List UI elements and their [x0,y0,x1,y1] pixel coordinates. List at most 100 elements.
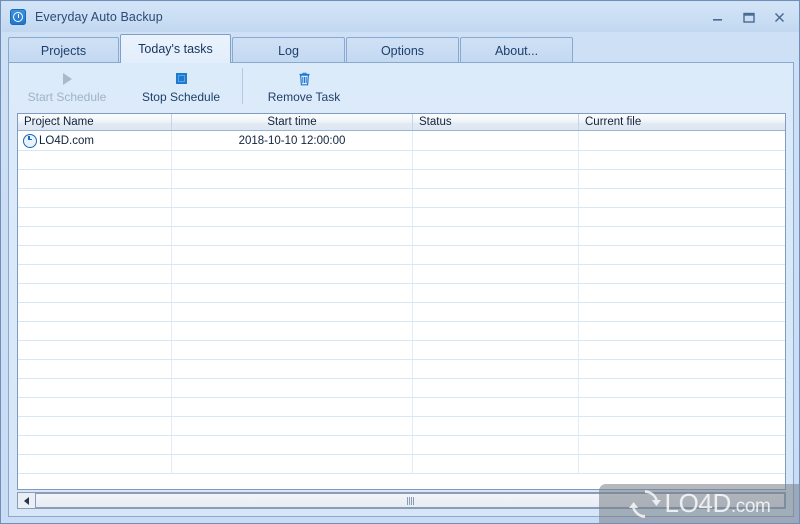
scroll-thumb-grip [406,496,414,505]
cell-empty [413,360,579,378]
cell-empty [18,303,172,321]
cell-empty [18,379,172,397]
cell-empty [579,455,785,473]
table-row-empty[interactable] [18,284,785,303]
cell-empty [579,265,785,283]
tab-options[interactable]: Options [346,37,459,63]
cell-empty [413,455,579,473]
column-header-current-file[interactable]: Current file [579,114,785,130]
cell-empty [172,208,413,226]
cell-empty [413,151,579,169]
cell-empty [172,398,413,416]
cell-empty [18,417,172,435]
cell-current-file [579,131,785,150]
cell-empty [172,417,413,435]
cell-empty [172,227,413,245]
cell-empty [579,360,785,378]
table-row-empty[interactable] [18,265,785,284]
tab-strip: Projects Today's tasks Log Options About… [8,34,794,63]
scroll-left-arrow-icon[interactable] [18,493,35,508]
application-window: Everyday Auto Backup Projects Today's ta… [0,0,800,524]
table-row[interactable]: LO4D.com 2018-10-10 12:00:00 [18,131,785,151]
cell-empty [172,246,413,264]
cell-empty [413,189,579,207]
horizontal-scrollbar[interactable] [17,492,786,509]
table-row-empty[interactable] [18,455,785,474]
cell-empty [579,227,785,245]
grid-header-row: Project Name Start time Status Current f… [18,114,785,131]
tab-about[interactable]: About... [460,37,573,63]
table-row-empty[interactable] [18,303,785,322]
table-row-empty[interactable] [18,360,785,379]
table-row-empty[interactable] [18,170,785,189]
cell-empty [172,322,413,340]
cell-empty [413,417,579,435]
tab-todays-tasks[interactable]: Today's tasks [120,34,231,63]
tab-label: Options [380,43,425,58]
cell-start-time: 2018-10-10 12:00:00 [172,131,413,150]
cell-empty [579,379,785,397]
stop-schedule-button[interactable]: Stop Schedule [124,66,238,110]
window-title: Everyday Auto Backup [35,10,163,24]
cell-empty [18,151,172,169]
column-header-project-name[interactable]: Project Name [18,114,172,130]
table-row-empty[interactable] [18,208,785,227]
tab-log[interactable]: Log [232,37,345,63]
cell-empty [18,341,172,359]
cell-empty [172,455,413,473]
start-schedule-label: Start Schedule [27,90,107,104]
cell-empty [579,417,785,435]
toolbar: Start Schedule Stop Schedule Remove Task [10,64,793,112]
table-row-empty[interactable] [18,417,785,436]
project-name-text: LO4D.com [39,134,94,147]
table-row-empty[interactable] [18,151,785,170]
cell-empty [172,170,413,188]
tasks-grid[interactable]: Project Name Start time Status Current f… [17,113,786,490]
cell-empty [579,398,785,416]
table-row-empty[interactable] [18,189,785,208]
table-row-empty[interactable] [18,379,785,398]
cell-empty [579,208,785,226]
alarm-clock-icon [10,9,26,25]
content-panel: Start Schedule Stop Schedule Remove Task [8,62,794,517]
cell-project-name: LO4D.com [18,131,172,150]
stop-schedule-label: Stop Schedule [141,90,221,104]
clock-icon [23,133,37,148]
play-icon [62,69,72,88]
table-row-empty[interactable] [18,341,785,360]
cell-empty [413,170,579,188]
cell-empty [172,436,413,454]
tab-projects[interactable]: Projects [8,37,119,63]
remove-task-button[interactable]: Remove Task [247,66,361,110]
minimize-icon[interactable] [703,6,732,28]
maximize-icon[interactable] [734,6,763,28]
column-header-status[interactable]: Status [413,114,579,130]
table-row-empty[interactable] [18,322,785,341]
cell-empty [18,284,172,302]
table-row-empty[interactable] [18,227,785,246]
column-header-start-time[interactable]: Start time [172,114,413,130]
cell-empty [18,208,172,226]
cell-empty [413,303,579,321]
cell-empty [172,303,413,321]
start-schedule-button[interactable]: Start Schedule [10,66,124,110]
cell-empty [413,436,579,454]
cell-empty [18,436,172,454]
table-row-empty[interactable] [18,436,785,455]
table-row-empty[interactable] [18,398,785,417]
cell-empty [579,303,785,321]
cell-empty [172,265,413,283]
cell-empty [413,246,579,264]
cell-empty [413,398,579,416]
cell-empty [172,360,413,378]
cell-status [413,131,579,150]
cell-empty [413,284,579,302]
close-icon[interactable] [765,6,794,28]
trash-icon [297,69,312,88]
tab-label: Today's tasks [138,42,213,56]
stop-icon [175,69,187,88]
cell-empty [579,246,785,264]
table-row-empty[interactable] [18,246,785,265]
cell-empty [18,322,172,340]
scrollbar-thumb[interactable] [35,493,785,508]
